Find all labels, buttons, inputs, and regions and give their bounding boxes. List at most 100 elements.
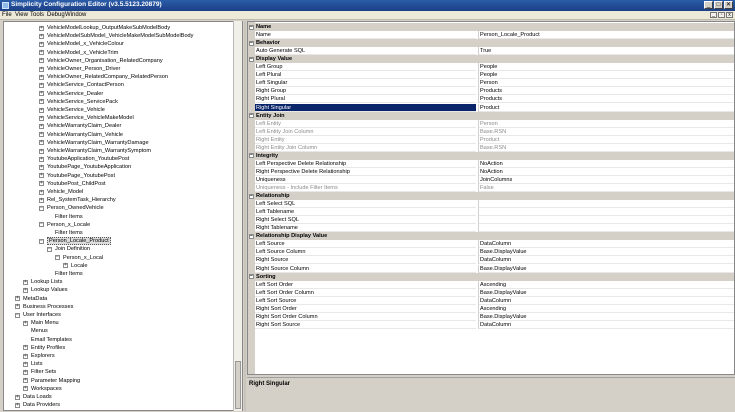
- property-value[interactable]: Base.RSN: [479, 144, 734, 152]
- expand-toggle-icon[interactable]: +: [15, 394, 20, 400]
- tree-node-label[interactable]: Person_x_Local: [63, 254, 103, 262]
- tree-node-label[interactable]: Filter Items: [55, 213, 83, 221]
- close-button[interactable]: ✕: [724, 1, 733, 9]
- tree-node-label[interactable]: Join Definition: [55, 245, 90, 253]
- tree-node-label[interactable]: Person_x_Locale: [47, 221, 90, 229]
- property-row[interactable]: Right Singular Product: [248, 103, 734, 112]
- property-row[interactable]: Left Entity Person: [248, 119, 734, 128]
- expand-toggle-icon[interactable]: +: [39, 189, 44, 195]
- property-category[interactable]: − Display Value: [248, 55, 734, 64]
- mdi-minimize-button[interactable]: _: [710, 12, 717, 18]
- property-value[interactable]: Base.DisplayValue: [479, 289, 734, 297]
- property-value[interactable]: People: [479, 71, 734, 80]
- tree-node-label[interactable]: VehicleModel_x_VehicleColour: [47, 40, 124, 48]
- collapse-category-icon[interactable]: −: [249, 193, 254, 199]
- collapse-category-icon[interactable]: −: [249, 113, 254, 119]
- tree-node-label[interactable]: Lookup Lists: [31, 278, 62, 286]
- property-value[interactable]: Person_Locale_Product: [479, 31, 734, 40]
- tree-node-label[interactable]: YoutubeApplication_YoutubePost: [47, 155, 129, 163]
- property-row[interactable]: Left Sort Order Ascending: [248, 280, 734, 289]
- property-row[interactable]: Uniqueness JoinColumns: [248, 175, 734, 184]
- tree-node-label[interactable]: Explorers: [31, 352, 55, 360]
- property-value[interactable]: Base.DisplayValue: [479, 313, 734, 321]
- tree-node-label[interactable]: YoutubePage_YoutubePost: [47, 172, 115, 180]
- expand-toggle-icon[interactable]: +: [39, 132, 44, 138]
- property-row[interactable]: Auto Generate SQL True: [248, 47, 734, 56]
- expand-toggle-icon[interactable]: +: [39, 50, 44, 56]
- tree-node-label[interactable]: VehicleOwner_RelatedCompany_RelatedPerso…: [47, 73, 168, 81]
- property-row[interactable]: Right Perspective Delete Relationship NoA…: [248, 167, 734, 176]
- expand-toggle-icon[interactable]: +: [39, 99, 44, 105]
- expand-toggle-icon[interactable]: +: [23, 369, 28, 375]
- expand-toggle-icon[interactable]: +: [15, 296, 20, 302]
- tree-node-label[interactable]: VehicleService_ContactPerson: [47, 81, 124, 89]
- tree-scrollbar-thumb[interactable]: [235, 361, 241, 409]
- expand-toggle-icon[interactable]: +: [39, 66, 44, 72]
- property-value[interactable]: [479, 208, 734, 217]
- configuration-tree[interactable]: + VehicleModelLookup_OutputMakeSubModelBo…: [3, 21, 243, 411]
- tree-node-label[interactable]: MetaData: [23, 295, 47, 303]
- expand-toggle-icon[interactable]: +: [23, 320, 28, 326]
- property-value[interactable]: JoinColumns: [479, 176, 734, 184]
- collapse-category-icon[interactable]: −: [249, 233, 254, 239]
- property-row[interactable]: Left Tablename: [248, 208, 734, 217]
- menu-tools[interactable]: Tools: [30, 12, 44, 18]
- property-row[interactable]: Left Singular Person: [248, 79, 734, 88]
- pane-splitter[interactable]: [244, 21, 246, 411]
- property-grid[interactable]: − Name Name Person_Locale_Product − Behavior A…: [247, 21, 735, 375]
- property-row[interactable]: Left Perspective Delete Relationship NoAc…: [248, 159, 734, 168]
- tree-node-label[interactable]: Workspaces: [31, 385, 62, 393]
- tree-node-label[interactable]: VehicleModel_x_VehicleTrim: [47, 49, 118, 57]
- property-category[interactable]: − Relationship Display Value: [248, 232, 734, 241]
- expand-toggle-icon[interactable]: +: [39, 115, 44, 121]
- property-value[interactable]: Ascending: [479, 281, 734, 289]
- expand-toggle-icon[interactable]: +: [39, 164, 44, 170]
- expand-toggle-icon[interactable]: +: [23, 345, 28, 351]
- menu-file[interactable]: File: [2, 12, 12, 18]
- collapse-toggle-icon[interactable]: −: [15, 312, 20, 318]
- property-value[interactable]: Product: [479, 104, 734, 112]
- property-row[interactable]: Uniqueness - Include Filter Items False: [248, 184, 734, 192]
- expand-toggle-icon[interactable]: +: [15, 402, 20, 408]
- property-value[interactable]: Products: [479, 87, 734, 96]
- tree-node-label[interactable]: VehicleService_Vehicle: [47, 106, 105, 114]
- expand-toggle-icon[interactable]: +: [39, 140, 44, 146]
- property-category[interactable]: − Name: [248, 23, 734, 31]
- property-value[interactable]: Ascending: [479, 305, 734, 313]
- property-value[interactable]: DataColumn: [479, 321, 734, 329]
- property-value[interactable]: [479, 224, 734, 233]
- expand-toggle-icon[interactable]: +: [39, 148, 44, 154]
- property-row[interactable]: Right Entity Product: [248, 135, 734, 144]
- expand-toggle-icon[interactable]: +: [39, 173, 44, 179]
- collapse-category-icon[interactable]: −: [249, 24, 254, 30]
- tree-node-label[interactable]: YoutubePage_YoutubeApplication: [47, 163, 131, 171]
- property-row[interactable]: Right Tablename: [248, 224, 734, 233]
- tree-node-label[interactable]: Rel_SystemTask_Hierarchy: [47, 196, 116, 204]
- tree-node-label[interactable]: VehicleService_Dealer: [47, 90, 103, 98]
- collapse-category-icon[interactable]: −: [249, 274, 254, 280]
- expand-toggle-icon[interactable]: +: [39, 82, 44, 88]
- tree-node-label[interactable]: VehicleModelLookup_OutputMakeSubModelBod…: [47, 24, 170, 32]
- property-category[interactable]: − Relationship: [248, 192, 734, 201]
- property-value[interactable]: People: [479, 63, 734, 72]
- tree-node-label[interactable]: VehicleWarrantyClaim_Vehicle: [47, 131, 123, 139]
- tree-node-label[interactable]: VehicleWarrantyClaim_Dealer: [47, 122, 121, 130]
- expand-toggle-icon[interactable]: +: [39, 91, 44, 97]
- property-category[interactable]: − Behavior: [248, 39, 734, 48]
- mdi-close-button[interactable]: x: [726, 12, 733, 18]
- tree-node-label[interactable]: Menus: [31, 327, 48, 335]
- expand-toggle-icon[interactable]: +: [39, 197, 44, 203]
- property-value[interactable]: Person: [479, 120, 734, 128]
- tree-scrollbar[interactable]: [233, 21, 242, 411]
- menu-window[interactable]: Window: [65, 12, 86, 18]
- expand-toggle-icon[interactable]: +: [39, 74, 44, 80]
- property-value[interactable]: NoAction: [479, 168, 734, 176]
- property-value[interactable]: [479, 200, 734, 209]
- collapse-toggle-icon[interactable]: −: [47, 246, 52, 252]
- collapse-toggle-icon[interactable]: −: [39, 205, 44, 211]
- tree-node-label[interactable]: Locale: [71, 262, 87, 270]
- property-row[interactable]: Name Person_Locale_Product: [248, 31, 734, 40]
- expand-toggle-icon[interactable]: +: [39, 181, 44, 187]
- expand-toggle-icon[interactable]: +: [23, 361, 28, 367]
- property-row[interactable]: Right Group Products: [248, 87, 734, 96]
